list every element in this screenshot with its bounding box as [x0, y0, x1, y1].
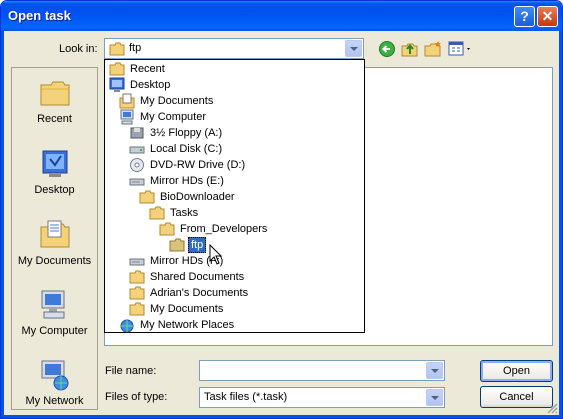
my-network-icon [41, 360, 68, 391]
places-my-computer[interactable]: My Computer [12, 288, 97, 337]
look-in-item-label: My Documents [150, 303, 224, 315]
open-folder-icon [169, 238, 185, 252]
folder-icon [109, 42, 125, 56]
title-bar[interactable]: Open task ? ✕ [1, 1, 562, 31]
look-in-combo[interactable]: ftp [104, 38, 364, 59]
look-in-dropdown-arrow[interactable] [345, 40, 362, 57]
file-name-dropdown-arrow[interactable] [426, 362, 443, 379]
look-in-item-label: My Computer [140, 111, 207, 123]
drive-icon [129, 258, 145, 266]
look-in-item-label: Local Disk (C:) [150, 143, 223, 155]
folder-icon [129, 286, 145, 300]
places-bar: Recent Desktop My Documents My Computer … [11, 67, 98, 410]
window-title: Open task [8, 8, 71, 23]
hard-disk-icon [129, 146, 145, 154]
look-in-item-label: Desktop [130, 79, 171, 91]
network-places-icon [120, 319, 134, 333]
mouse-cursor-icon [209, 244, 223, 265]
folder-icon [109, 62, 125, 76]
look-in-item-label: Recent [130, 63, 165, 75]
desktop-icon [109, 77, 125, 92]
up-folder-icon[interactable] [400, 40, 420, 58]
window-frame-left [1, 31, 4, 418]
file-name-label: File name: [105, 365, 157, 377]
my-computer-icon [120, 109, 134, 125]
file-name-field[interactable] [199, 360, 445, 381]
floppy-icon [130, 127, 144, 139]
folder-icon [139, 190, 155, 204]
folder-icon [129, 302, 145, 316]
desktop-icon [42, 150, 67, 177]
open-task-dialog: Open task ? ✕ Look in: ftp Recent Deskto… [0, 0, 563, 419]
look-in-item-label: Tasks [170, 207, 199, 219]
look-in-dropdown-list[interactable]: Recent Desktop My Documents My Computer 3½ F… [104, 59, 365, 333]
look-in-item-label: Shared Documents [150, 271, 245, 283]
look-in-item-label: DVD-RW Drive (D:) [150, 159, 246, 171]
folder-icon [149, 206, 165, 220]
window-frame-bottom [1, 415, 562, 418]
resize-grip-icon[interactable] [546, 402, 558, 414]
places-recent-label: Recent [37, 113, 72, 125]
folder-icon [129, 270, 145, 284]
places-my-network[interactable]: My Network [12, 358, 97, 407]
places-desktop-label: Desktop [34, 184, 75, 196]
files-of-type-select[interactable]: Task files (*.task) [199, 387, 445, 408]
new-folder-icon[interactable] [423, 40, 443, 58]
look-in-item-label: My Documents [140, 95, 214, 107]
dvd-drive-icon [130, 158, 144, 172]
look-in-value: ftp [129, 42, 142, 54]
look-in-label: Look in: [59, 43, 98, 55]
places-my-documents-label: My Documents [17, 255, 92, 267]
places-my-documents[interactable]: My Documents [12, 218, 97, 267]
look-in-item-label: Adrian's Documents [150, 287, 249, 299]
places-my-computer-label: My Computer [21, 325, 88, 337]
open-button[interactable]: Open [480, 360, 553, 382]
window-frame-right [559, 31, 562, 418]
folder-icon [159, 222, 175, 236]
files-of-type-dropdown-arrow[interactable] [426, 389, 443, 406]
look-in-item-label: 3½ Floppy (A:) [150, 127, 223, 139]
help-button[interactable]: ? [514, 6, 535, 27]
places-desktop[interactable]: Desktop [12, 147, 97, 196]
my-documents-icon [119, 93, 135, 109]
look-in-item-label: BioDownloader [160, 191, 235, 203]
look-in-item-label: My Network Places [140, 319, 235, 331]
drive-icon [129, 178, 145, 186]
look-in-item-label: From_Developers [180, 223, 268, 235]
back-arrow-icon[interactable] [378, 40, 398, 58]
recent-folder-icon [40, 81, 69, 106]
my-documents-icon [40, 220, 69, 248]
look-in-item-label: Mirror HDs (E:) [150, 175, 224, 187]
cancel-button[interactable]: Cancel [480, 386, 553, 408]
close-button[interactable]: ✕ [537, 6, 558, 27]
places-recent[interactable]: Recent [12, 76, 97, 125]
files-of-type-label: Files of type: [105, 391, 168, 403]
files-of-type-value: Task files (*.task) [204, 391, 288, 403]
places-my-network-label: My Network [25, 395, 84, 407]
views-menu-icon[interactable] [447, 40, 475, 58]
my-computer-icon [41, 290, 64, 319]
look-in-item-label: ftp [188, 237, 207, 253]
